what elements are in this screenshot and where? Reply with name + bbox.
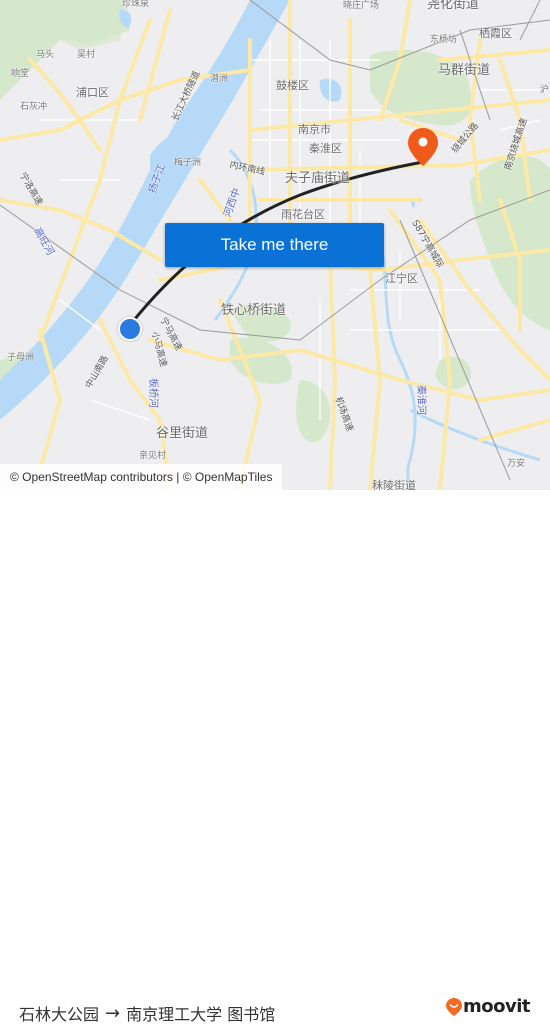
origin-name: 石林大公园: [19, 1005, 100, 1024]
map-label-luling: 秣陵街道: [372, 479, 416, 490]
water-label-qinhuaihe: 秦淮河: [415, 385, 426, 415]
map-label-matou: 马头: [36, 50, 55, 60]
map-label-nanjing: 南京市: [298, 123, 331, 136]
destination-name: 南京理工大学 图书馆: [126, 1005, 276, 1024]
moovit-logo[interactable]: moovit: [446, 996, 531, 1017]
map-label-gulou: 鼓楼区: [276, 79, 309, 92]
map-label-xiangtang: 响堂: [11, 69, 30, 79]
map-label-meizizhou: 梅子洲: [174, 158, 202, 168]
map-canvas[interactable]: 珍珠泉 晓庄广场 尧化街道 马头 吴村 东杨坊 栖霞区 响堂 浦口区 潜洲 鼓楼…: [0, 0, 550, 490]
map-label-zhenzhuquan: 珍珠泉: [122, 0, 150, 9]
map-label-tiexinqiao: 铁心桥街道: [221, 303, 287, 318]
route-summary: 石林大公园 → 南京理工大学 图书馆: [19, 1001, 275, 1025]
water-label-banqiaohe: 板桥河: [147, 378, 158, 408]
map-attribution[interactable]: © OpenStreetMap contributors | © OpenMap…: [0, 464, 283, 490]
map-label-zimuzhou: 子母洲: [7, 353, 35, 363]
map-label-dongyangfang: 东杨坊: [430, 35, 458, 45]
map-label-qinhuai: 秦淮区: [309, 142, 342, 155]
map-label-wanan: 万安: [507, 459, 526, 469]
moovit-pin-icon: [446, 997, 462, 1016]
arrow-right-icon: →: [105, 1002, 121, 1024]
map-label-guli: 谷里街道: [156, 426, 209, 441]
moovit-wordmark: moovit: [463, 996, 531, 1017]
map-label-fuzimiao: 夫子庙街道: [285, 171, 351, 186]
map-label-pukou: 浦口区: [76, 86, 109, 99]
map-label-yaohua: 尧化街道: [427, 0, 480, 12]
map-label-yuhuatai: 雨花台区: [281, 208, 325, 221]
map-label-wucun: 吴村: [77, 50, 96, 60]
map-label-maqun: 马群街道: [438, 63, 491, 78]
footer: 石林大公园 → 南京理工大学 图书馆 moovit: [0, 490, 550, 1024]
map-label-shihuichong: 石灰冲: [20, 102, 48, 112]
map-label-qinjiancun: 亲见村: [139, 451, 167, 461]
map-label-qixia: 栖霞区: [479, 27, 512, 40]
map-label-hu: 沪: [540, 85, 550, 95]
map-label-jiangning: 江宁区: [385, 272, 418, 285]
map-label-qianzhou: 潜洲: [210, 74, 229, 84]
origin-marker[interactable]: [118, 317, 142, 341]
map-label-xiaozhuang: 晓庄广场: [343, 1, 380, 11]
take-me-there-button[interactable]: Take me there: [165, 223, 384, 267]
